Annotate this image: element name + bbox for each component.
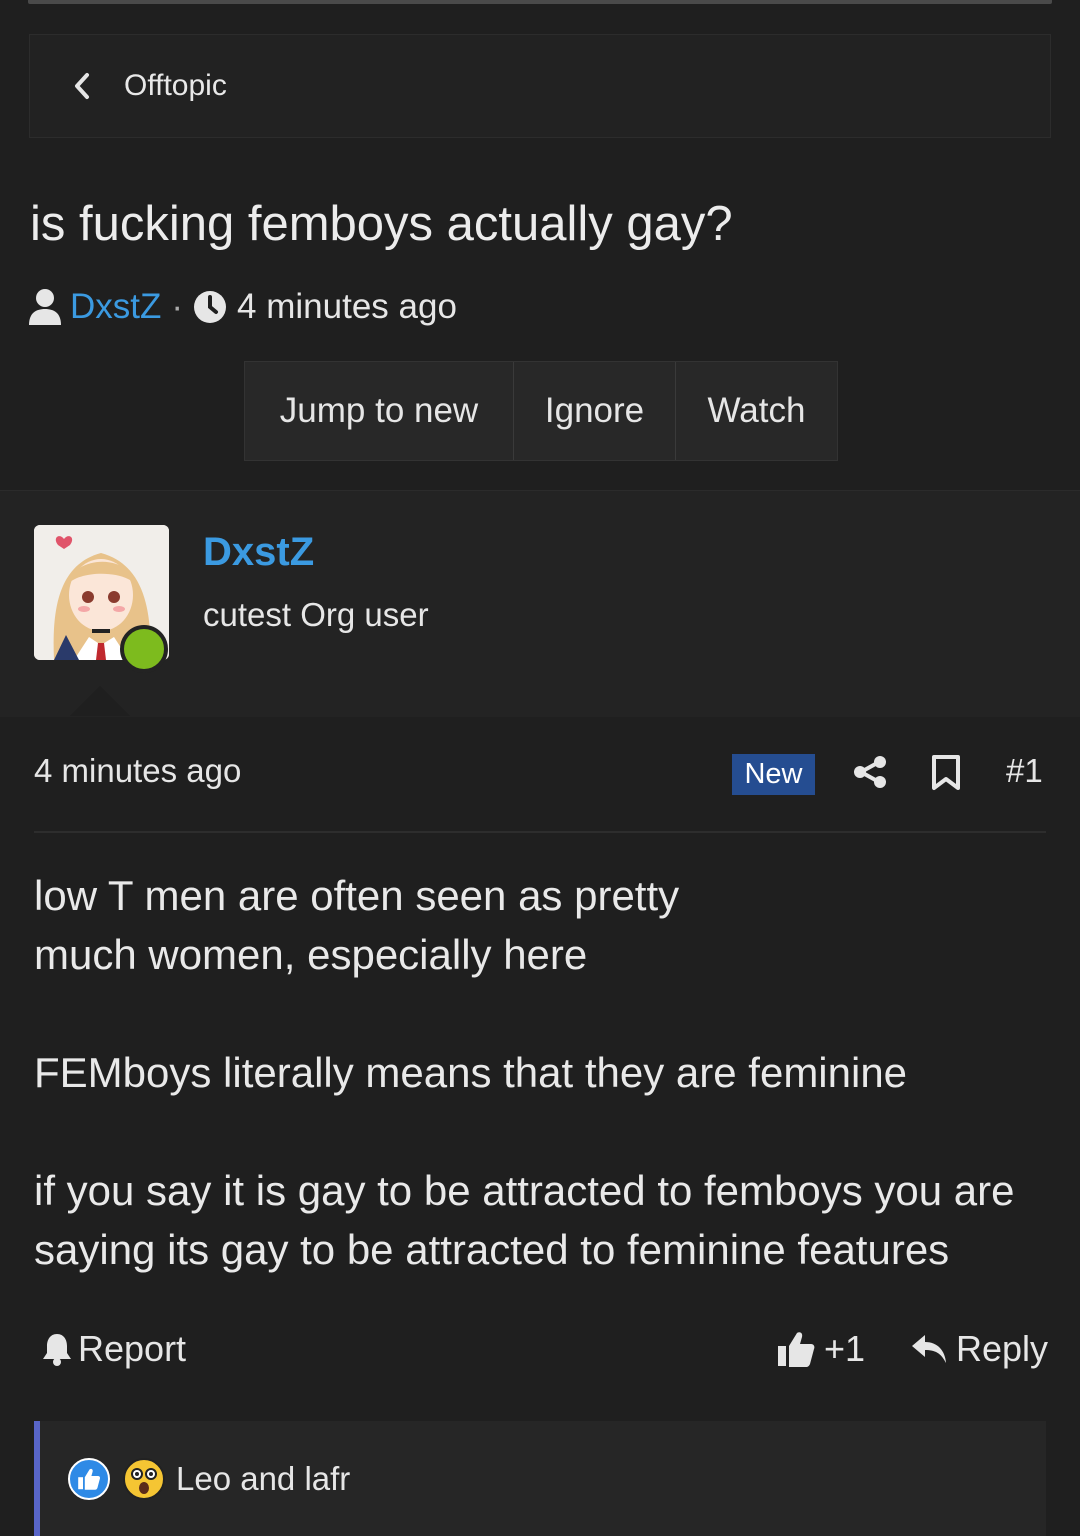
clock-icon [193,290,227,324]
thread-title: is fucking femboys actually gay? [30,197,733,251]
post-username[interactable]: DxstZ [203,530,314,575]
user-icon [28,287,62,327]
post-body: low T men are often seen as pretty much … [34,866,1044,1279]
message-arrow [70,686,130,716]
top-border [28,0,1052,4]
thumbs-up-icon [778,1332,815,1367]
post-paragraph: low T men are often seen as pretty much … [34,872,680,978]
post-paragraph: FEMboys literally means that they are fe… [34,1049,908,1096]
online-status-indicator [120,625,168,673]
breadcrumb[interactable]: Offtopic [29,34,1051,138]
breadcrumb-label[interactable]: Offtopic [124,69,227,103]
post-number-link[interactable]: #1 [1006,752,1043,790]
jump-to-new-button[interactable]: Jump to new [245,362,514,460]
reply-label: Reply [956,1328,1049,1369]
wow-reaction-icon [122,1457,166,1501]
reply-icon [912,1335,946,1363]
reactions-text[interactable]: Leo and lafr [176,1460,350,1498]
like-label: +1 [824,1328,866,1369]
share-icon[interactable] [853,755,887,789]
post-divider [34,831,1046,833]
report-label: Report [78,1328,187,1369]
thread-author-link[interactable]: DxstZ [70,287,161,327]
bookmark-icon[interactable] [931,755,961,791]
chevron-left-icon [72,71,94,101]
report-button[interactable]: Report [40,1328,186,1370]
reply-button[interactable]: Reply [910,1328,1048,1370]
thread-time[interactable]: 4 minutes ago [237,287,457,327]
thread-action-buttons: Jump to new Ignore Watch [244,361,838,461]
post-paragraph: if you say it is gay to be attracted to … [34,1167,1015,1273]
bell-icon [43,1334,71,1366]
watch-button[interactable]: Watch [676,362,837,460]
new-badge: New [732,754,815,795]
like-button[interactable]: +1 [776,1328,865,1370]
meta-separator: · [171,287,184,326]
reactions-bar[interactable]: Leo and lafr [34,1421,1046,1536]
post-time[interactable]: 4 minutes ago [34,752,241,790]
ignore-button[interactable]: Ignore [514,362,676,460]
user-title: cutest Org user [203,596,429,633]
like-reaction-icon [68,1457,110,1500]
thread-meta: DxstZ · 4 minutes ago [28,282,457,332]
